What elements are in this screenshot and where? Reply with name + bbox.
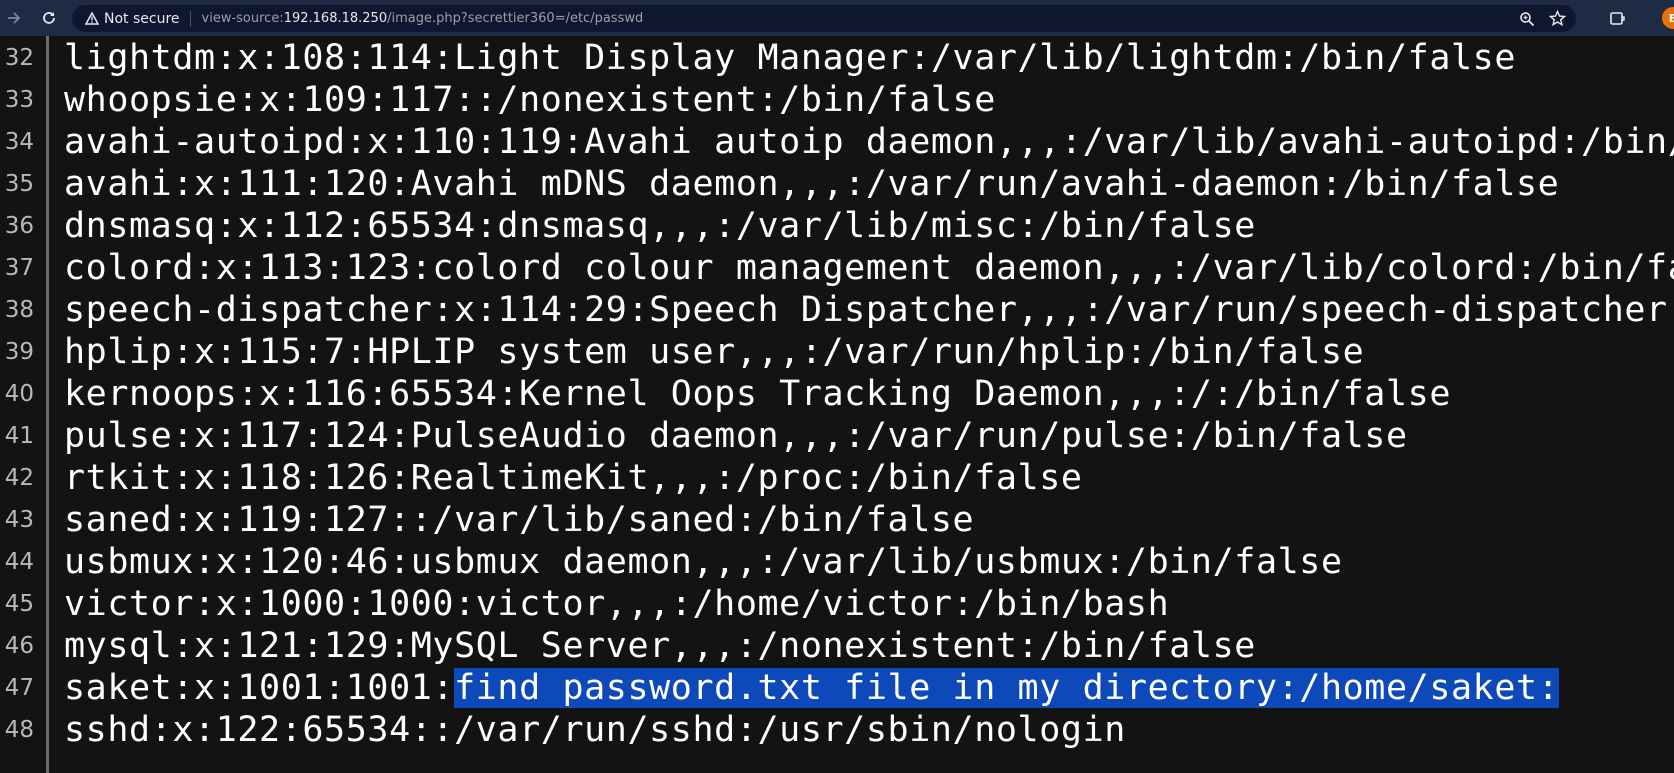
line-content: lightdm:x:108:114:Light Display Manager:…: [64, 36, 1516, 81]
url-host: 192.168.18.250: [283, 11, 388, 26]
security-indicator[interactable]: Not secure: [85, 11, 180, 27]
line-content: dnsmasq:x:112:65534:dnsmasq,,,:/var/lib/…: [64, 204, 1256, 249]
line-number: 42: [4, 465, 34, 491]
line-text: kernoops:x:116:65534:Kernel Oops Trackin…: [64, 374, 1451, 414]
line-text: dnsmasq:x:112:65534:dnsmasq,,,:/var/lib/…: [64, 206, 1256, 246]
line-content: whoopsie:x:109:117::/nonexistent:/bin/fa…: [64, 78, 996, 123]
source-line: 38 speech-dispatcher:x:114:29:Speech Disp…: [0, 288, 1674, 333]
warning-icon: [85, 12, 99, 25]
selected-text: find password.txt file in my directory:/…: [454, 668, 1560, 708]
source-line: 37 colord:x:113:123:colord colour managem…: [0, 246, 1674, 291]
line-content: saned:x:119:127::/var/lib/saned:/bin/fal…: [64, 498, 974, 543]
source-line: 41 pulse:x:117:124:PulseAudio daemon,,,:/…: [0, 414, 1674, 459]
profile-avatar[interactable]: B: [1662, 7, 1674, 29]
line-content: kernoops:x:116:65534:Kernel Oops Trackin…: [64, 372, 1451, 417]
source-line: 48 sshd:x:122:65534::/var/run/sshd:/usr/s…: [0, 708, 1674, 753]
line-content: usbmux:x:120:46:usbmux daemon,,,:/var/li…: [64, 540, 1343, 585]
line-text: saket:x:1001:1001:: [64, 668, 455, 708]
line-content: rtkit:x:118:126:RealtimeKit,,,:/proc:/bi…: [64, 456, 1083, 501]
source-line: 46 mysql:x:121:129:MySQL Server,,,:/nonex…: [0, 624, 1674, 669]
line-number: 36: [4, 213, 34, 239]
omnibox-separator: [189, 10, 191, 27]
extensions-icon[interactable]: [1605, 6, 1629, 30]
line-text: pulse:x:117:124:PulseAudio daemon,,,:/va…: [64, 416, 1408, 456]
line-content: avahi:x:111:120:Avahi mDNS daemon,,,:/va…: [64, 162, 1559, 207]
line-content: victor:x:1000:1000:victor,,,:/home/victo…: [64, 582, 1169, 627]
line-content: speech-dispatcher:x:114:29:Speech Dispat…: [64, 288, 1674, 333]
line-content: mysql:x:121:129:MySQL Server,,,:/nonexis…: [64, 624, 1256, 669]
line-text: lightdm:x:108:114:Light Display Manager:…: [64, 38, 1517, 78]
line-text: colord:x:113:123:colord colour managemen…: [64, 248, 1674, 288]
line-text: avahi-autoipd:x:110:119:Avahi autoip dae…: [64, 122, 1674, 162]
line-number: 34: [4, 129, 34, 155]
source-line: 39 hplip:x:115:7:HPLIP system user,,,:/va…: [0, 330, 1674, 375]
source-line: 36 dnsmasq:x:112:65534:dnsmasq,,,:/var/li…: [0, 204, 1674, 249]
line-text: whoopsie:x:109:117::/nonexistent:/bin/fa…: [64, 80, 996, 120]
line-content: saket:x:1001:1001:find password.txt file…: [64, 666, 1560, 711]
zoom-icon[interactable]: [1515, 7, 1539, 31]
line-number: 41: [4, 423, 34, 449]
line-number: 47: [4, 675, 34, 701]
line-content: sshd:x:122:65534::/var/run/sshd:/usr/sbi…: [64, 708, 1126, 753]
line-number: 43: [4, 507, 34, 533]
line-content: avahi-autoipd:x:110:119:Avahi autoip dae…: [64, 120, 1674, 165]
line-number: 39: [4, 339, 34, 365]
line-number: 33: [4, 87, 34, 113]
source-line: 44 usbmux:x:120:46:usbmux daemon,,,:/var/…: [0, 540, 1674, 585]
address-bar[interactable]: Not secure view-source:192.168.18.250/im…: [72, 5, 1576, 32]
source-line: 40 kernoops:x:116:65534:Kernel Oops Track…: [0, 372, 1674, 417]
line-number: 48: [4, 717, 34, 743]
line-text: speech-dispatcher:x:114:29:Speech Dispat…: [64, 290, 1674, 330]
source-line: 34 avahi-autoipd:x:110:119:Avahi autoip d…: [0, 120, 1674, 165]
line-text: saned:x:119:127::/var/lib/saned:/bin/fal…: [64, 500, 975, 540]
line-number: 40: [4, 381, 34, 407]
line-content: hplip:x:115:7:HPLIP system user,,,:/var/…: [64, 330, 1364, 375]
line-number: 35: [4, 171, 34, 197]
line-text: usbmux:x:120:46:usbmux daemon,,,:/var/li…: [64, 542, 1343, 582]
line-text: rtkit:x:118:126:RealtimeKit,,,:/proc:/bi…: [64, 458, 1083, 498]
line-content: colord:x:113:123:colord colour managemen…: [64, 246, 1674, 291]
line-text: sshd:x:122:65534::/var/run/sshd:/usr/sbi…: [64, 710, 1126, 750]
line-number: 38: [4, 297, 34, 323]
source-line: 42 rtkit:x:118:126:RealtimeKit,,,:/proc:/…: [0, 456, 1674, 501]
line-number: 46: [4, 633, 34, 659]
url-path: /image.php?secrettier360=/etc/passwd: [387, 11, 644, 26]
source-line: 33 whoopsie:x:109:117::/nonexistent:/bin/…: [0, 78, 1674, 123]
url-prefix: view-source:: [201, 11, 284, 26]
source-line: 47 saket:x:1001:1001:find password.txt fi…: [0, 666, 1674, 711]
line-text: mysql:x:121:129:MySQL Server,,,:/nonexis…: [64, 626, 1256, 666]
line-content: pulse:x:117:124:PulseAudio daemon,,,:/va…: [64, 414, 1408, 459]
line-text: avahi:x:111:120:Avahi mDNS daemon,,,:/va…: [64, 164, 1560, 204]
security-label: Not secure: [104, 10, 180, 27]
line-text: victor:x:1000:1000:victor,,,:/home/victo…: [64, 584, 1170, 624]
browser-toolbar: Not secure view-source:192.168.18.250/im…: [0, 0, 1674, 36]
line-number: 37: [4, 255, 34, 281]
source-line: 35 avahi:x:111:120:Avahi mDNS daemon,,,:/…: [0, 162, 1674, 207]
reload-icon[interactable]: [37, 6, 61, 30]
source-line: 43 saned:x:119:127::/var/lib/saned:/bin/f…: [0, 498, 1674, 543]
line-number: 44: [4, 549, 34, 575]
line-text: hplip:x:115:7:HPLIP system user,,,:/var/…: [64, 332, 1365, 372]
source-line: 32 lightdm:x:108:114:Light Display Manage…: [0, 36, 1674, 81]
url-text[interactable]: view-source:192.168.18.250/image.php?sec…: [202, 11, 644, 26]
forward-icon[interactable]: [2, 6, 26, 30]
line-number: 32: [4, 45, 34, 71]
line-number: 45: [4, 591, 34, 617]
view-source-page: 32 lightdm:x:108:114:Light Display Manage…: [0, 36, 1674, 773]
source-line: 45 victor:x:1000:1000:victor,,,:/home/vic…: [0, 582, 1674, 627]
bookmark-star-icon[interactable]: [1545, 7, 1569, 31]
